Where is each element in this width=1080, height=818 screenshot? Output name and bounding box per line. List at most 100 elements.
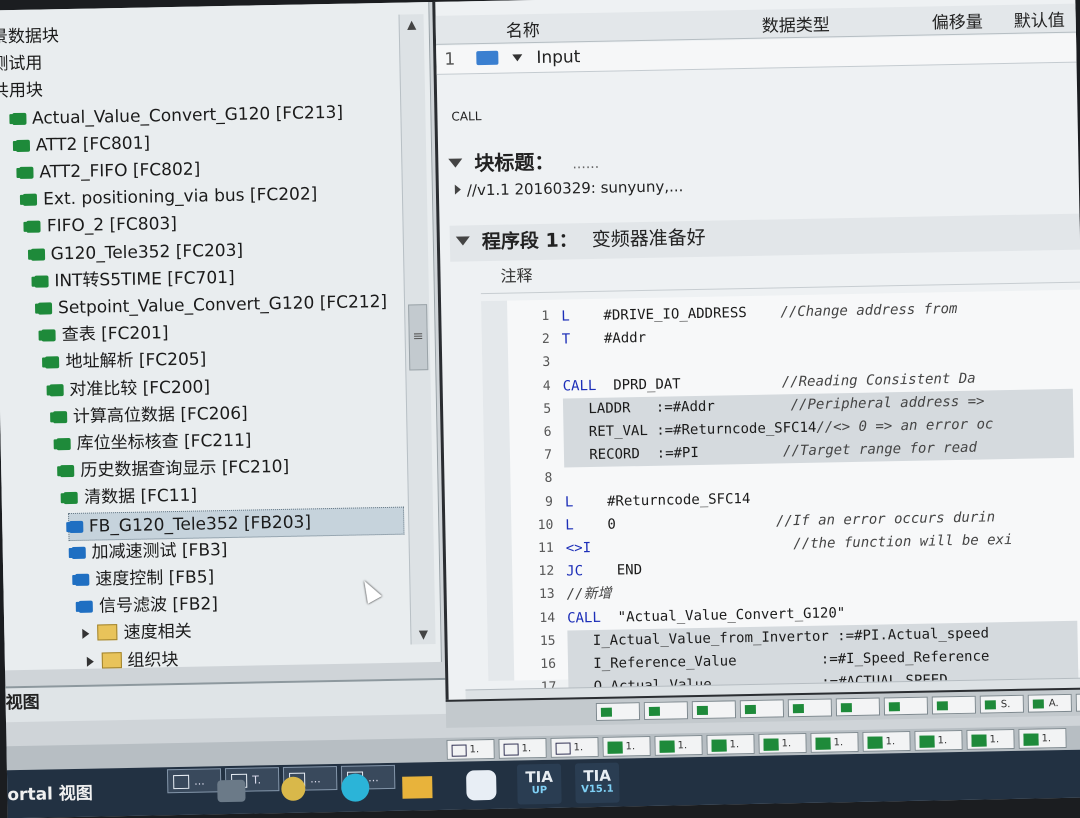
editor-window-tab[interactable]: 1. [758,733,806,754]
collapse-icon[interactable] [456,236,470,245]
stl-instruction: JC [566,563,583,579]
line-number: 4 [503,378,551,394]
col-offset[interactable]: 偏移量 [931,7,982,33]
folder-icon[interactable] [395,766,440,807]
program-editor: 名称 数据类型 偏移量 默认值 1 Input CALL 块标题：...... … [432,0,1080,702]
tree-item-label: 景数据块 [0,26,59,47]
tree-item-label: 清数据 [FC11] [84,486,197,508]
code-comment: //Target range for read [783,440,977,460]
line-number: 9 [505,494,553,510]
expand-icon[interactable] [86,656,93,666]
editor-window-tab[interactable]: 1. [966,729,1014,750]
code-line[interactable]: L #Returncode_SFC14 [565,488,751,514]
editor-window-tab[interactable]: 1. [446,739,494,760]
col-name[interactable]: 名称 [506,16,540,42]
editor-window-tab[interactable]: 1. [810,732,858,753]
tree-item-label: Actual_Value_Convert_G120 [FC213] [32,102,343,128]
tree-item-label: 计算高位数据 [FC206] [73,403,248,426]
block-comment[interactable]: //v1.1 20160329: sunyuny,... [455,177,684,199]
screen: 景数据块测试用共用块Actual_Value_Convert_G120 [FC2… [0,0,1080,818]
block-tab[interactable]: A. [1076,693,1080,712]
editor-window-tab[interactable]: 1. [862,731,910,752]
tree-item-label: FIFO_2 [FC803] [47,214,177,236]
fc-block-icon [42,329,56,341]
instruction-call-label[interactable]: CALL [451,109,481,124]
block-tab[interactable]: A. [1028,694,1072,713]
expand-icon[interactable] [83,629,90,639]
network-title: 变频器准备好 [591,227,705,251]
collapse-icon[interactable] [448,158,462,167]
editor-window-tab[interactable]: 1. [1018,728,1066,749]
explorer-icon[interactable] [209,770,254,811]
editor-window-tab[interactable]: 1. [498,738,546,759]
stl-operand: 0 [574,516,616,533]
editor-window-tab[interactable]: 1. [550,737,598,758]
block-tab[interactable] [884,697,928,716]
code-comment: //Peripheral address => [790,393,984,413]
line-number: 1 [501,309,549,325]
fc-block-icon [31,248,45,260]
app-icon[interactable] [459,765,504,806]
col-datatype[interactable]: 数据类型 [762,10,830,36]
editor-window-tab[interactable]: 1. [914,730,962,751]
scroll-up-icon[interactable]: ▲ [399,14,423,34]
code-comment: //Change address from [780,301,957,320]
line-number: 8 [504,471,552,487]
portal-view-link[interactable]: ortal 视图 [7,779,93,806]
tree-item-label: 组织块 [127,650,178,671]
tree-item-label: 速度相关 [124,622,192,643]
stl-instruction: <>I [566,540,592,556]
scroll-thumb[interactable]: ≡ [408,304,428,370]
block-title-label: 块标题： [474,150,554,176]
block-tab[interactable] [596,702,640,721]
fc-block-icon [12,112,26,124]
line-number: 13 [507,587,555,603]
block-comment-text: //v1.1 20160329: sunyuny,... [467,177,684,199]
row-number: 1 [444,50,455,70]
chevron-down-icon[interactable] [512,54,522,61]
fc-block-icon [16,140,30,152]
tree-item-label: Ext. positioning_via bus [FC202] [43,184,318,209]
editor-window-tab[interactable]: 1. [602,736,650,757]
expand-icon[interactable] [455,184,461,194]
block-tab[interactable] [740,699,784,718]
block-title-row[interactable]: 块标题：...... [448,136,1068,178]
code-line[interactable]: JC END [566,559,642,582]
code-line[interactable]: //新增 [566,583,611,606]
line-number: 6 [503,425,551,441]
fc-block-icon [45,357,59,369]
block-tab[interactable]: S. [980,695,1024,714]
fc-block-icon [27,221,41,233]
editor-window-tab[interactable]: 1. [654,735,702,756]
code-comment: //Reading Consistent Da [782,370,976,390]
tree-item-label: 对准比较 [FC200] [69,377,210,400]
stl-code-area[interactable]: 1L #DRIVE_IO_ADDRESS //Change address fr… [441,290,1080,682]
block-tab[interactable] [932,696,976,715]
editor-window-tab[interactable]: 1. [706,734,754,755]
edge-browser-icon[interactable] [333,767,378,808]
details-view-header: 视图 [5,677,466,722]
block-tab[interactable] [836,698,880,717]
code-line[interactable]: T #Addr [562,327,647,351]
line-number: 3 [502,355,550,371]
stl-operand: LADDR :=#Addr [563,397,791,417]
line-number: 7 [504,448,552,464]
stl-operand: END [583,562,642,579]
fc-block-icon [38,302,52,314]
code-comment: //If an error occurs durin [616,509,996,532]
fb-block-icon [75,574,89,586]
col-default[interactable]: 默认值 [1013,6,1064,32]
fc-block-icon [23,194,37,206]
tool-icon[interactable] [271,768,316,809]
tree-item-label: 历史数据查询显示 [FC210] [80,457,289,481]
block-tab[interactable] [692,700,736,719]
scroll-down-icon[interactable]: ▼ [411,624,435,644]
block-tab[interactable] [788,698,832,717]
fc-block-icon [53,411,67,423]
project-tree: 景数据块测试用共用块Actual_Value_Convert_G120 [FC2… [0,2,442,670]
tia-portal-v15-icon[interactable]: TIA V15.1 [575,763,620,804]
network-label: 程序段 1： [482,229,578,253]
block-tab[interactable] [644,701,688,720]
line-number: 2 [502,332,550,348]
tia-portal-icon[interactable]: TIA UP [517,764,562,805]
